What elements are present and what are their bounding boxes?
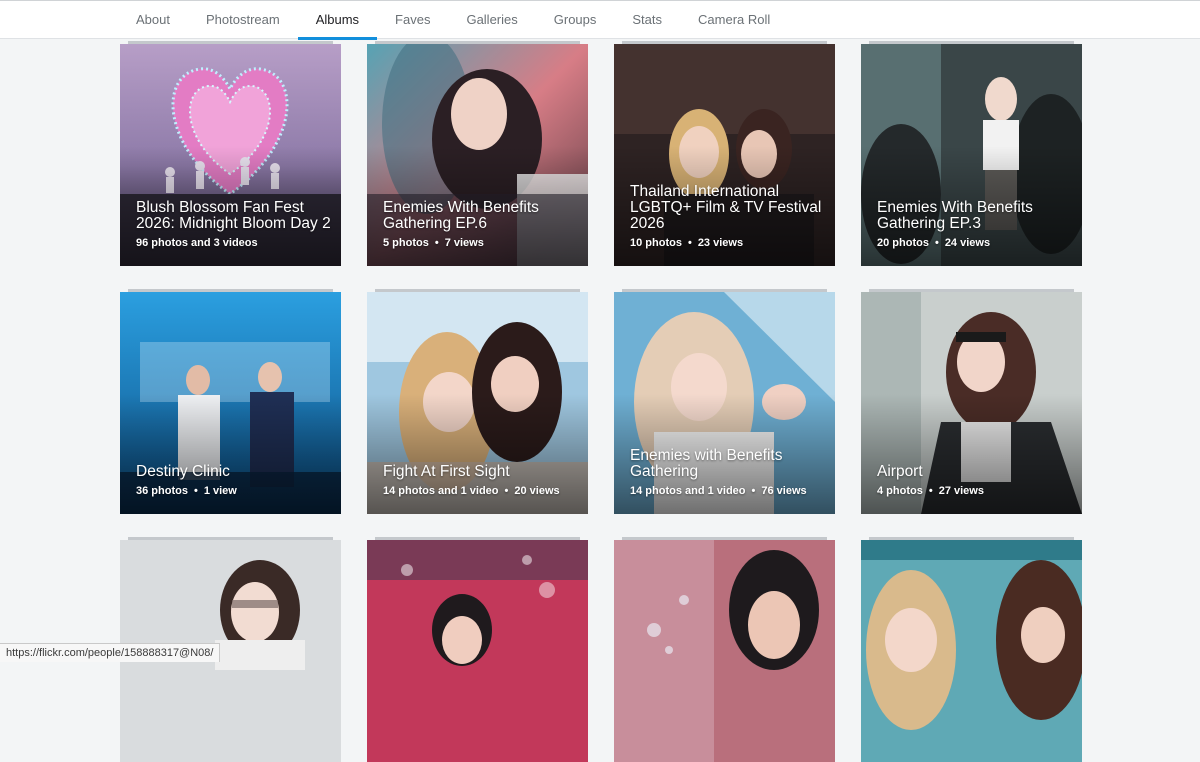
album-info: Blush Blossom Fan Fest 2026: Midnight Bl… [136,200,333,250]
album-view-count: 27 views [938,485,984,497]
album-photo-count: 20 photos [877,237,929,249]
album-meta: 20 photos • 24 views [877,237,991,249]
album-photo-count: 36 photos [136,485,188,497]
album-photo-count: 5 photos [383,237,429,249]
album-card[interactable]: Blush Blossom Fan Fest 2026: Midnight Bl… [120,41,341,266]
tab-about[interactable]: About [118,1,188,39]
album-title[interactable]: Enemies With Benefits Gathering EP.6 [383,200,580,232]
album-title[interactable]: Fight At First Sight [383,464,580,480]
tab-albums[interactable]: Albums [297,1,378,40]
album-info: Enemies With Benefits Gathering EP.3 20 … [877,200,1074,250]
tab-faves[interactable]: Faves [377,1,448,39]
album-card[interactable]: Thailand International LGBTQ+ Film & TV … [614,41,835,266]
album-title[interactable]: Enemies with Benefits Gathering [630,448,827,480]
album-card[interactable]: Destiny Clinic 36 photos • 1 view [120,289,341,514]
album-title[interactable]: Airport [877,464,1074,480]
album-photo-count: 4 photos [877,485,923,497]
album-title[interactable]: Enemies With Benefits Gathering EP.3 [877,200,1074,232]
tab-groups[interactable]: Groups [536,1,615,39]
album-card[interactable]: Enemies With Benefits Gathering EP.6 5 p… [367,41,588,266]
album-grid: Blush Blossom Fan Fest 2026: Midnight Bl… [0,0,1200,762]
album-cover [367,540,588,762]
album-view-count: 24 views [944,237,991,249]
tab-stats[interactable]: Stats [614,1,680,39]
album-meta: 96 photos and 3 videos [136,237,333,250]
tab-camera-roll[interactable]: Camera Roll [680,1,788,39]
album-title[interactable]: Thailand International LGBTQ+ Film & TV … [630,184,827,232]
album-view-count: 20 views [514,485,560,497]
album-photo-count: 96 photos and 3 videos [136,237,258,249]
album-meta: 36 photos • 1 view [136,485,237,497]
tab-galleries[interactable]: Galleries [448,1,535,39]
album-meta: 14 photos and 1 video • 20 views [383,485,560,497]
album-info: Enemies With Benefits Gathering EP.6 5 p… [383,200,580,250]
album-title[interactable]: Blush Blossom Fan Fest 2026: Midnight Bl… [136,200,333,232]
album-title[interactable]: Destiny Clinic [136,464,333,480]
album-cover [861,540,1082,762]
album-photo-count: 14 photos and 1 video [630,485,746,497]
album-meta: 5 photos • 7 views [383,237,484,249]
browser-status-url: https://flickr.com/people/158888317@N08/ [0,643,221,662]
album-info: Destiny Clinic 36 photos • 1 view [136,464,333,498]
album-card[interactable]: Enemies With Benefits Gathering EP.3 20 … [861,41,1082,266]
album-meta: 14 photos and 1 video • 76 views [630,485,807,497]
album-info: Thailand International LGBTQ+ Film & TV … [630,184,827,250]
album-info: Airport 4 photos • 27 views [877,464,1074,498]
album-cover [614,540,835,762]
album-card[interactable] [614,537,835,762]
album-info: Enemies with Benefits Gathering 14 photo… [630,448,827,498]
album-view-count: 1 view [203,485,237,497]
album-meta: 4 photos • 27 views [877,485,984,497]
album-card[interactable] [861,537,1082,762]
album-card[interactable]: Fight At First Sight 14 photos and 1 vid… [367,289,588,514]
album-photo-count: 10 photos [630,237,682,249]
album-view-count: 23 views [697,237,744,249]
subnav-bar: About Photostream Albums Faves Galleries… [0,0,1200,40]
album-view-count: 7 views [444,237,484,249]
album-card[interactable]: Airport 4 photos • 27 views [861,289,1082,514]
album-info: Fight At First Sight 14 photos and 1 vid… [383,464,580,498]
album-card[interactable]: Enemies with Benefits Gathering 14 photo… [614,289,835,514]
subnav-tabs: About Photostream Albums Faves Galleries… [118,1,788,40]
album-meta: 10 photos • 23 views [630,237,744,249]
album-photo-count: 14 photos and 1 video [383,485,499,497]
album-view-count: 76 views [761,485,807,497]
album-card[interactable] [367,537,588,762]
tab-photostream[interactable]: Photostream [188,1,298,39]
